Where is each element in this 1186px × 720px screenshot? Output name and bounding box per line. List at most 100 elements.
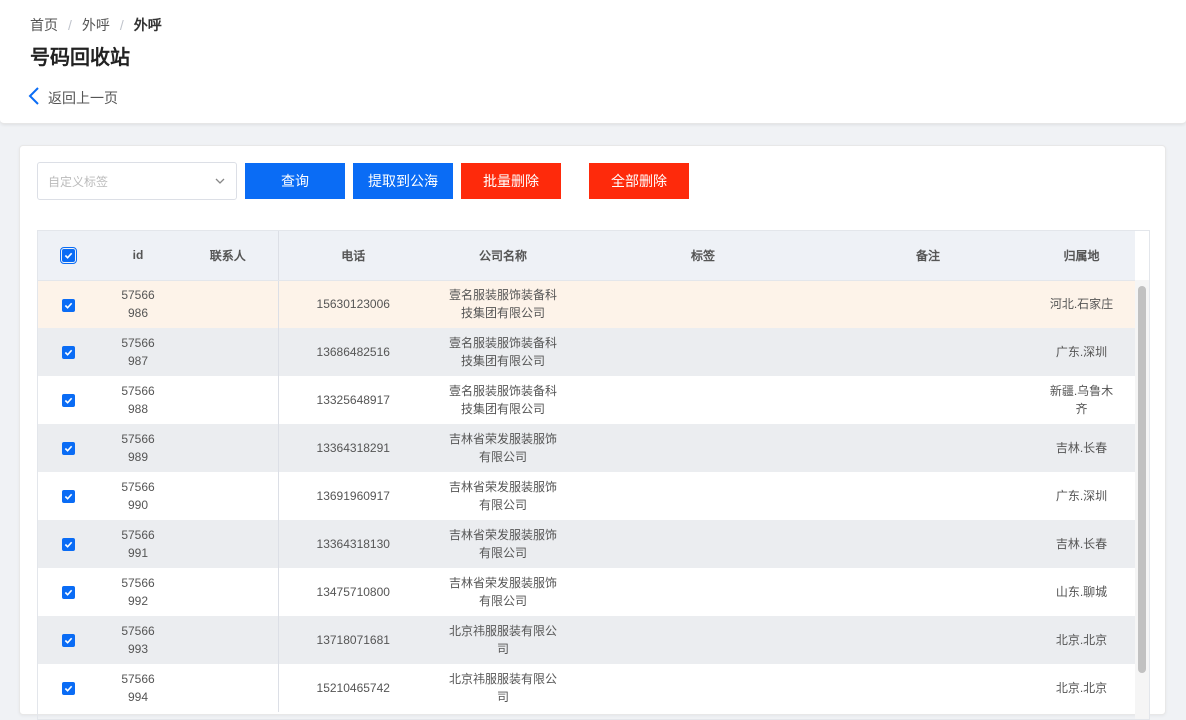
cell-id: 57566 987 [98,328,178,376]
column-header-tag: 标签 [578,231,828,281]
page-header: 首页 / 外呼 / 外呼 号码回收站 返回上一页 [0,0,1186,124]
cell-company: 壹名服装服饰装备科 技集团有限公司 [428,376,578,424]
chevron-down-icon [214,175,226,190]
table-row[interactable]: 57566 987 13686482516 壹名服装服饰装备科 技集团有限公司 广东.… [38,328,1135,376]
row-checkbox-cell [38,424,98,472]
cell-phone: 13718071681 [278,616,428,664]
cell-phone-text: 13364318291 [316,441,390,455]
cell-company: 壹名服装服饰装备科 技集团有限公司 [428,328,578,376]
cell-contact [178,424,279,472]
cell-phone-text: 13686482516 [316,345,390,359]
cell-location: 河北.石家庄 [1028,280,1135,328]
row-checkbox[interactable] [61,538,75,552]
cell-phone: 15210465742 [278,664,428,712]
breadcrumb-home[interactable]: 首页 [30,15,58,35]
table-row[interactable]: 57566 986 15630123006 壹名服装服饰装备科 技集团有限公司 河北.… [38,280,1135,328]
cell-tag [578,664,828,712]
cell-location-text: 吉林.长春 [1055,441,1108,455]
cell-phone-text: 13325648917 [316,393,390,407]
cell-phone-text: 15210465742 [316,681,390,695]
row-checkbox[interactable] [61,634,75,648]
cell-id-text: 57566 992 [121,576,155,608]
vertical-scrollbar-thumb[interactable] [1138,286,1146,673]
cell-id: 57566 986 [98,280,178,328]
cell-company: 壹名服装服饰装备科 技集团有限公司 [428,280,578,328]
cell-location-text: 北京.北京 [1055,633,1108,647]
cell-contact [178,664,279,712]
cell-location: 北京.北京 [1028,616,1135,664]
table-row[interactable]: 57566 990 13691960917 吉林省荣发服装服饰 有限公司 广东.深圳 [38,472,1135,520]
cell-id: 57566 990 [98,472,178,520]
select-all-header [38,231,98,281]
cell-company-text: 北京祎服服装有限公 司 [448,624,557,656]
cell-note [828,664,1028,712]
cell-phone: 13686482516 [278,328,428,376]
breadcrumb-outbound[interactable]: 外呼 [82,15,110,35]
table-row[interactable]: 57566 989 13364318291 吉林省荣发服装服饰 有限公司 吉林.长春 [38,424,1135,472]
cell-id: 57566 989 [98,424,178,472]
cell-id-text: 57566 988 [121,384,155,416]
cell-location: 山东.聊城 [1028,568,1135,616]
row-checkbox[interactable] [61,442,75,456]
row-checkbox-cell [38,328,98,376]
row-checkbox[interactable] [61,298,75,312]
cell-phone-text: 13691960917 [316,489,390,503]
row-checkbox[interactable] [61,682,75,696]
table-row[interactable]: 57566 988 13325648917 壹名服装服饰装备科 技集团有限公司 新疆.… [38,376,1135,424]
cell-location: 吉林.长春 [1028,424,1135,472]
cell-contact [178,520,279,568]
row-checkbox-cell [38,568,98,616]
table-row[interactable]: 57566 993 13718071681 北京祎服服装有限公 司 北京.北京 [38,616,1135,664]
cell-id-text: 57566 987 [121,336,155,368]
cell-id: 57566 991 [98,520,178,568]
tag-select[interactable]: 自定义标签 [37,162,237,200]
cell-location: 广东.深圳 [1028,328,1135,376]
cell-location-text: 北京.北京 [1055,681,1108,695]
breadcrumb-separator: / [119,17,124,33]
delete-all-button[interactable]: 全部删除 [589,163,689,199]
cell-id-text: 57566 994 [121,672,155,704]
row-checkbox[interactable] [61,586,75,600]
batch-delete-button[interactable]: 批量删除 [461,163,561,199]
cell-location-text: 广东.深圳 [1055,489,1108,503]
table-row[interactable]: 57566 991 13364318130 吉林省荣发服装服饰 有限公司 吉林.长春 [38,520,1135,568]
cell-location: 吉林.长春 [1028,520,1135,568]
cell-tag [578,376,828,424]
row-checkbox[interactable] [61,394,75,408]
cell-id-text: 57566 989 [121,432,155,464]
cell-note [828,472,1028,520]
cell-company: 北京祎服服装有限公 司 [428,664,578,712]
cell-contact [178,376,279,424]
chevron-left-icon [28,87,48,108]
row-checkbox-cell [38,616,98,664]
query-button[interactable]: 查询 [245,163,345,199]
row-checkbox[interactable] [61,490,75,504]
cell-phone: 13364318291 [278,424,428,472]
cell-tag [578,280,828,328]
cell-location: 北京.北京 [1028,664,1135,712]
back-link[interactable]: 返回上一页 [28,87,118,108]
cell-id: 57566 992 [98,568,178,616]
cell-company-text: 吉林省荣发服装服饰 有限公司 [448,480,557,512]
cell-contact [178,472,279,520]
extract-to-pool-button[interactable]: 提取到公海 [353,163,453,199]
cell-id-text: 57566 993 [121,624,155,656]
select-all-checkbox[interactable] [59,247,77,265]
cell-location-text: 河北.石家庄 [1049,297,1114,312]
cell-company: 吉林省荣发服装服饰 有限公司 [428,520,578,568]
cell-company: 吉林省荣发服装服饰 有限公司 [428,568,578,616]
row-checkbox-cell [38,280,98,328]
row-checkbox-cell [38,664,98,712]
cell-tag [578,328,828,376]
cell-location-text: 山东.聊城 [1055,585,1108,599]
cell-location-text: 吉林.长春 [1055,537,1108,551]
cell-note [828,616,1028,664]
cell-location-text: 新疆.乌鲁木 齐 [1049,384,1114,416]
row-checkbox[interactable] [61,346,75,360]
recycle-bin-panel: 自定义标签 查询 提取到公海 批量删除 全部删除 id 联系人 电话 公司名称 … [19,145,1166,720]
cell-contact [178,568,279,616]
table-row[interactable]: 57566 992 13475710800 吉林省荣发服装服饰 有限公司 山东.聊城 [38,568,1135,616]
cell-company-text: 北京祎服服装有限公 司 [448,672,557,704]
table-row[interactable]: 57566 994 15210465742 北京祎服服装有限公 司 北京.北京 [38,664,1135,712]
breadcrumb-separator: / [68,17,72,33]
